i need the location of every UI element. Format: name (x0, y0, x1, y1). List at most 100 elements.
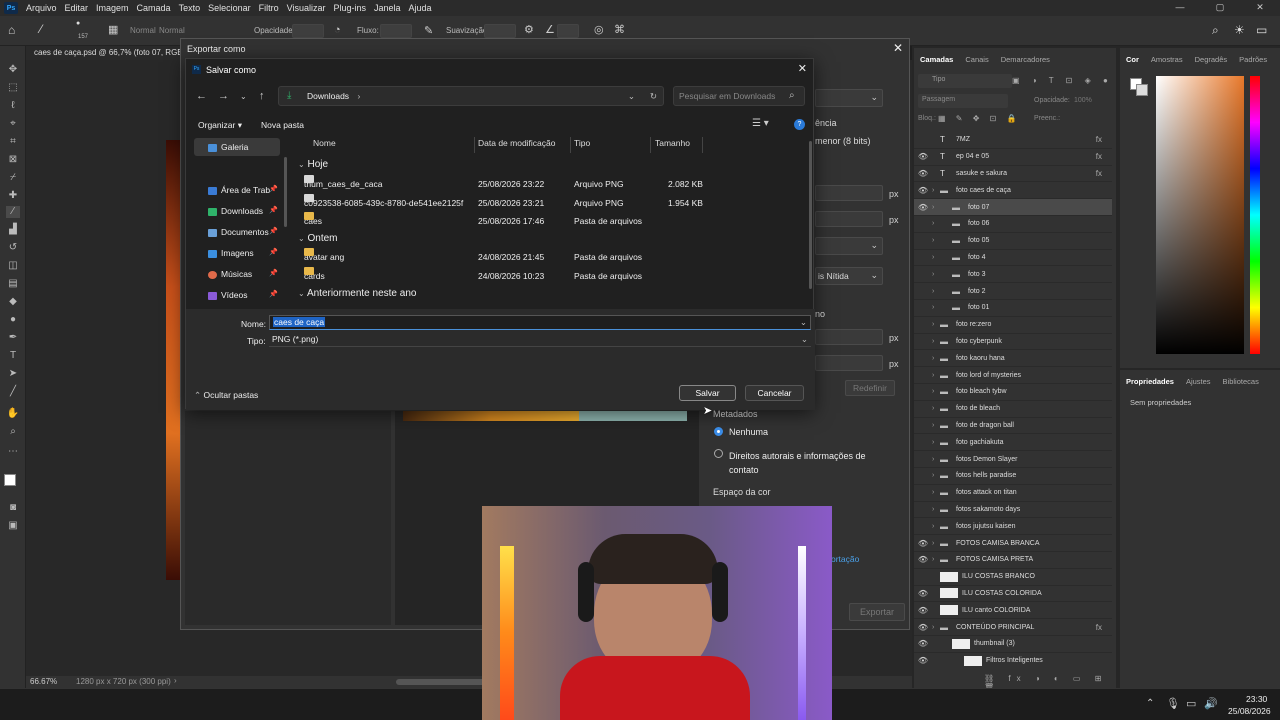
meta-none-radio[interactable] (714, 427, 723, 436)
layer-row[interactable]: › ▬ fotos attack on titan (914, 485, 1112, 502)
layer-row[interactable]: 👁 Tsasuke e sakura fx (914, 166, 1112, 183)
filetype-select[interactable]: PNG (*.png) ⌄ (269, 332, 811, 347)
layer-row[interactable]: › ▬ foto bleach tybw (914, 384, 1112, 401)
filename-dropdown-icon[interactable]: ⌄ (800, 316, 807, 329)
screen-mode-icon[interactable]: ▣ (6, 520, 20, 532)
dodge-icon[interactable]: ● (6, 314, 20, 326)
col-date[interactable]: Data de modificação (478, 138, 556, 148)
clock-date[interactable]: 25/08/2026 (1228, 706, 1271, 716)
layer-row[interactable]: 👁 › ▬ FOTOS CAMISA PRETA (914, 552, 1112, 569)
menu-imagem[interactable]: Imagem (92, 3, 133, 13)
col-name[interactable]: Nome (313, 138, 336, 148)
network-icon[interactable]: ▭ (1186, 697, 1196, 710)
menu-visualizar[interactable]: Visualizar (283, 3, 330, 13)
help-icon[interactable]: ? (794, 119, 805, 130)
file-row[interactable]: avatar ang 24/08/2026 21:45 Pasta de arqui… (304, 248, 810, 266)
clock-time[interactable]: 23:30 (1246, 694, 1267, 704)
forward-icon[interactable]: → (218, 90, 229, 102)
file-row[interactable]: cards 24/08/2026 10:23 Pasta de arquivos (304, 266, 810, 285)
tab-propriedades[interactable]: Propriedades (1120, 377, 1180, 386)
flow-field[interactable] (380, 24, 412, 38)
file-row[interactable]: caes 25/08/2026 17:46 Pasta de arquivos (304, 212, 810, 230)
layer-row[interactable]: › ▬ foto 01 (914, 300, 1112, 317)
menu-plugins[interactable]: Plug-ins (329, 3, 370, 13)
lock-icons[interactable]: ▦ ✎ ✥ ⊡ 🔒 (938, 114, 1021, 123)
expand-chevron-icon[interactable]: › (932, 540, 940, 547)
expand-chevron-icon[interactable]: › (932, 271, 952, 278)
layer-row[interactable]: 👁 thumbnail (3) (914, 636, 1112, 653)
layer-row[interactable]: 👁 › ▬ foto 07 (914, 199, 1112, 216)
visibility-eye-icon[interactable]: 👁 (914, 639, 932, 648)
layer-row[interactable]: › ▬ fotos Demon Slayer (914, 451, 1112, 468)
angle-field[interactable] (557, 24, 579, 38)
nav-downloads[interactable]: Downloads 📌 (194, 202, 280, 220)
text-tool-icon[interactable]: T (6, 350, 20, 362)
expand-chevron-icon[interactable]: › (932, 304, 952, 311)
zoom-level[interactable]: 66.67% (30, 677, 57, 686)
visibility-eye-icon[interactable]: 👁 (914, 623, 932, 632)
layer-row[interactable]: 👁 › ▬ CONTEÚDO PRINCIPAL fx (914, 619, 1112, 636)
view-options-icon[interactable]: ☰ ▾ (752, 118, 769, 129)
expand-chevron-icon[interactable]: › (932, 405, 940, 412)
layer-row[interactable]: 👁 ILU canto COLORIDA (914, 602, 1112, 620)
group-yesterday[interactable]: ⌄ Ontem (298, 233, 338, 244)
lasso-tool-icon[interactable]: ℓ (6, 100, 20, 112)
expand-chevron-icon[interactable]: › (932, 624, 940, 631)
export-resample-select[interactable]: is Nítida ⌄ (815, 267, 883, 285)
blur-icon[interactable]: ◆ (6, 296, 20, 308)
expand-chevron-icon[interactable]: › (932, 220, 952, 227)
gradient-icon[interactable]: ▤ (6, 278, 20, 290)
nav-musicas[interactable]: Músicas 📌 (194, 265, 280, 283)
search-input[interactable]: Pesquisar em Downloads (673, 86, 805, 106)
mode-value[interactable]: Normal (159, 26, 185, 35)
menu-camada[interactable]: Camada (133, 3, 175, 13)
expand-chevron-icon[interactable]: › (932, 187, 940, 194)
search-icon[interactable]: ⌕ (1212, 23, 1219, 38)
export-height-field[interactable] (815, 211, 883, 227)
expand-chevron-icon[interactable]: › (932, 254, 952, 261)
bg-swatch[interactable] (1136, 84, 1148, 96)
tab-bibliotecas[interactable]: Bibliotecas (1217, 377, 1265, 386)
pressure-size-icon[interactable]: ◎ (594, 23, 604, 36)
more-tools-icon[interactable]: ⋯ (6, 446, 20, 458)
layer-row[interactable]: › ▬ foto 05 (914, 233, 1112, 250)
home-icon[interactable]: ⌂ (8, 23, 15, 37)
col-size[interactable]: Tamanho (655, 138, 690, 148)
visibility-eye-icon[interactable]: 👁 (914, 186, 932, 195)
menu-texto[interactable]: Texto (175, 3, 205, 13)
nav-videos[interactable]: Vídeos 📌 (194, 286, 280, 304)
pen-tool-icon[interactable]: ✒ (6, 332, 20, 344)
crop-tool-icon[interactable]: ⌗ (6, 136, 20, 148)
foreground-color-swatch[interactable] (4, 474, 16, 486)
hand-tool-icon[interactable]: ✋ (6, 408, 20, 420)
canvas-height-field[interactable] (815, 355, 883, 371)
pressure-opacity-icon[interactable]: ◔ (334, 24, 341, 36)
fx-badge[interactable]: fx (1096, 623, 1102, 632)
export-format-select[interactable]: ⌄ (815, 89, 883, 107)
tray-chevron-icon[interactable]: ⌃ (1146, 698, 1154, 709)
document-tab[interactable]: caes de caça.psd @ 66,7% (foto 07, RGB/8 (34, 46, 189, 60)
visibility-eye-icon[interactable]: 👁 (914, 539, 932, 548)
layer-row[interactable]: › ▬ foto 2 (914, 283, 1112, 300)
visibility-eye-icon[interactable]: 👁 (914, 606, 932, 615)
close-icon[interactable]: ✕ (1240, 0, 1280, 16)
expand-chevron-icon[interactable]: › (932, 237, 952, 244)
history-brush-icon[interactable]: ↺ (6, 242, 20, 254)
export-width-field[interactable] (815, 185, 883, 201)
brush-tool-icon[interactable]: ⁄ (40, 22, 42, 36)
tab-amostras[interactable]: Amostras (1145, 55, 1189, 64)
fx-badge[interactable]: fx (1096, 169, 1102, 178)
back-icon[interactable]: ← (196, 90, 207, 102)
brush-preset-icon[interactable]: ● (76, 20, 80, 27)
layer-row[interactable]: › ▬ foto cyberpunk (914, 334, 1112, 351)
filetype-dropdown-icon[interactable]: ⌄ (801, 332, 808, 346)
expand-chevron-icon[interactable]: › (932, 506, 940, 513)
group-earlier[interactable]: ⌄ Anteriormente neste ano (298, 288, 416, 299)
visibility-eye-icon[interactable]: 👁 (914, 169, 932, 178)
nav-imagens[interactable]: Imagens 📌 (194, 244, 280, 262)
export-scale-select[interactable]: ⌄ (815, 237, 883, 255)
lightbulb-icon[interactable]: ☀ (1234, 23, 1245, 37)
visibility-eye-icon[interactable]: 👁 (914, 152, 932, 161)
col-type[interactable]: Tipo (574, 138, 590, 148)
layer-row[interactable]: 👁 Filtros Inteligentes (914, 653, 1112, 668)
